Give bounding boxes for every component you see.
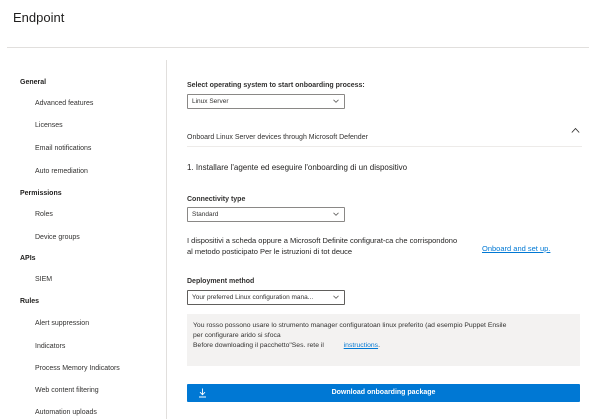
sidebar-item-auto-remediation[interactable]: Auto remediation — [35, 168, 88, 175]
chevron-down-icon — [333, 211, 339, 217]
sidebar-divider — [166, 60, 167, 419]
onboard-and-set-up-link[interactable]: Onboard and set up. — [482, 244, 550, 253]
sidebar-item-advanced-features[interactable]: Advanced features — [35, 100, 93, 107]
sidebar-section-rules: Rules — [20, 298, 40, 305]
connectivity-select-value: Standard — [192, 211, 219, 218]
info-line-1: You rosso possono usare lo strumento man… — [193, 322, 507, 329]
section-divider — [187, 146, 582, 147]
sidebar-item-device-groups[interactable]: Device groups — [35, 234, 80, 241]
deployment-method-select[interactable]: Your preferred Linux configuration mana.… — [187, 290, 345, 305]
description-line-2: al metodo posticipato Per le istruzioni … — [187, 247, 353, 256]
os-select-value: Linux Server — [192, 98, 229, 105]
sidebar-item-email-notifications[interactable]: Email notifications — [35, 145, 91, 152]
page-title: Endpoint — [13, 10, 65, 25]
sidebar-item-roles[interactable]: Roles — [35, 211, 53, 218]
download-button-label: Download onboarding package — [331, 389, 436, 396]
sidebar-section-general: General — [20, 79, 47, 86]
connectivity-label: Connectivity type — [187, 196, 246, 203]
sidebar-item-web-content-filtering[interactable]: Web content filtering — [35, 387, 99, 394]
onboard-section-header[interactable]: Onboard Linux Server devices through Mic… — [187, 126, 582, 141]
sidebar-item-siem[interactable]: SIEM — [35, 276, 52, 283]
sidebar-section-permissions: Permissions — [20, 190, 62, 197]
info-line-2: per configurare arido si sfoca — [193, 332, 281, 339]
connectivity-select[interactable]: Standard — [187, 207, 345, 222]
deployment-method-label: Deployment method — [187, 278, 255, 285]
onboarding-description: I dispositivi a scheda oppure a Microsof… — [187, 235, 487, 257]
chevron-down-icon — [333, 98, 339, 104]
sidebar-item-process-memory-indicators[interactable]: Process Memory Indicators — [35, 365, 120, 372]
step-title: 1. Installare l'agente ed eseguire l'onb… — [187, 163, 408, 172]
deployment-method-value: Your preferred Linux configuration mana.… — [192, 294, 314, 301]
download-onboarding-package-button[interactable]: Download onboarding package — [187, 384, 580, 402]
instructions-link[interactable]: instructions — [344, 342, 378, 349]
info-line-3: Before downloading il pacchetto"Ses. ret… — [193, 341, 574, 351]
info-line-3-suffix: . — [378, 342, 380, 349]
deployment-info-box: You rosso possono usare lo strumento man… — [187, 314, 580, 366]
description-line-1: I dispositivi a scheda oppure a Microsof… — [187, 236, 458, 245]
info-line-3-prefix: Before downloading il pacchetto"Ses. ret… — [193, 342, 324, 349]
onboard-section-title: Onboard Linux Server devices through Mic… — [187, 134, 368, 141]
sidebar-item-indicators[interactable]: Indicators — [35, 343, 65, 350]
os-select[interactable]: Linux Server — [187, 94, 345, 109]
sidebar-item-automation-uploads[interactable]: Automation uploads — [35, 409, 97, 416]
header-divider — [7, 47, 589, 48]
sidebar-item-licenses[interactable]: Licenses — [35, 122, 63, 129]
chevron-down-icon — [333, 294, 339, 300]
onboarding-panel: Select operating system to start onboard… — [187, 60, 582, 419]
download-icon — [198, 388, 207, 398]
sidebar-item-alert-suppression[interactable]: Alert suppression — [35, 320, 89, 327]
settings-sidebar: General Advanced features Licenses Email… — [0, 60, 166, 419]
chevron-up-icon[interactable] — [571, 127, 580, 134]
sidebar-section-apis: APIs — [20, 255, 36, 262]
os-select-label: Select operating system to start onboard… — [187, 82, 365, 89]
